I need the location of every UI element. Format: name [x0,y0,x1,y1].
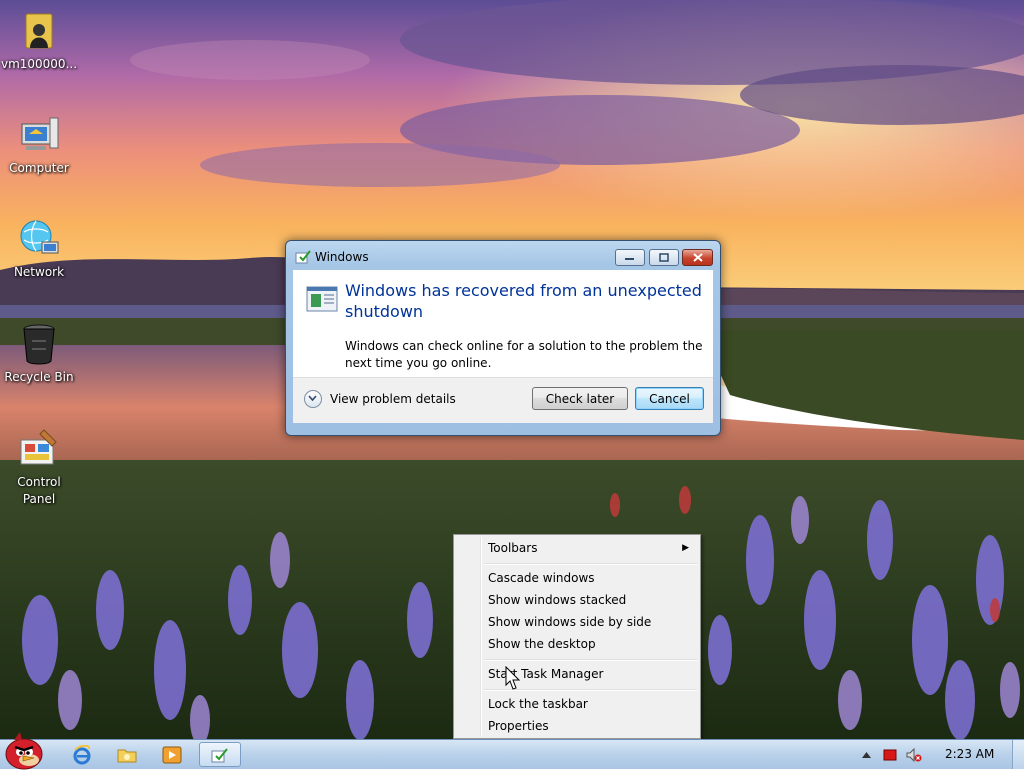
menu-item-label: Show windows side by side [488,615,652,629]
desktop-icon-label: Computer [9,161,69,175]
computer-icon [16,112,62,158]
action-center-flag-icon [883,749,897,760]
recycle-bin-icon [16,321,62,367]
dialog-footer: View problem details Check later Cancel [293,377,713,423]
network-icon [16,216,62,262]
dialog-message: Windows can check online for a solution … [345,339,703,370]
menu-item-toolbars[interactable]: Toolbars ▶ [488,537,693,559]
media-player-icon [162,746,182,763]
show-hidden-icons-button[interactable] [858,742,874,767]
explorer-folder-icon [117,749,137,762]
menu-item-cascade-windows[interactable]: Cascade windows [488,567,693,589]
taskbar-media-player[interactable] [154,742,190,767]
desktop-icon-label: vm100000... [0,57,78,71]
desktop-icon-label: Network [13,265,65,279]
menu-item-lock-the-taskbar[interactable]: Lock the taskbar [488,693,693,715]
desktop-icon-label: Recycle Bin [4,370,74,384]
dialog-content: Windows has recovered from an unexpected… [293,270,713,377]
start-button[interactable] [2,730,48,770]
angry-bird-start-icon [5,732,43,770]
menu-separator [484,659,697,661]
taskbar-windows-dialog[interactable] [199,742,241,767]
submenu-arrow-icon: ▶ [682,543,689,553]
view-problem-details-label: View problem details [330,392,456,406]
menu-item-label: Lock the taskbar [488,697,588,711]
restore-icon [650,250,678,265]
minimize-icon [616,250,644,265]
desktop-icon-user-folder[interactable]: vm100000... [0,8,78,73]
minimize-button[interactable] [615,249,645,266]
windows-error-report-icon [295,249,311,265]
taskbar-windows-explorer[interactable] [109,742,145,767]
desktop-icon-control-panel[interactable]: Control Panel [0,426,78,508]
taskbar-clock[interactable]: 2:23 AM [945,747,994,761]
dialog-title: Windows [315,250,369,264]
desktop-icon-label: Control Panel [17,475,61,506]
chevron-up-icon [861,751,871,758]
view-problem-details-toggle[interactable]: View problem details [304,390,456,408]
close-button[interactable] [682,249,713,266]
taskbar: 2:23 AM [0,732,1024,770]
windows-error-report-icon [211,747,228,762]
menu-item-label: Properties [488,719,549,733]
menu-separator [484,563,697,565]
menu-item-properties[interactable]: Properties [488,715,693,737]
dialog-headline: Windows has recovered from an unexpected… [345,281,702,321]
menu-item-label: Show windows stacked [488,593,627,607]
restore-button[interactable] [649,249,679,266]
desktop-icon-recycle-bin[interactable]: Recycle Bin [0,321,78,386]
check-later-button[interactable]: Check later [532,387,628,410]
show-desktop-button[interactable] [1012,740,1024,769]
close-icon [683,250,712,265]
menu-item-label: Toolbars [488,541,538,555]
menu-item-show-the-desktop[interactable]: Show the desktop [488,633,693,655]
unexpected-shutdown-dialog: Windows Windows has recovered from an un… [285,240,721,436]
user-folder-icon [16,8,62,54]
menu-item-show-windows-side-by-side[interactable]: Show windows side by side [488,611,693,633]
menu-item-label: Show the desktop [488,637,596,651]
mouse-cursor-icon [505,665,523,692]
internet-explorer-icon [73,744,91,764]
menu-item-show-windows-stacked[interactable]: Show windows stacked [488,589,693,611]
action-center-button[interactable] [880,742,900,767]
volume-muted-icon [906,747,922,762]
desktop-icon-network[interactable]: Network [0,216,78,281]
taskbar-internet-explorer[interactable] [64,742,100,767]
chevron-down-icon [304,390,322,408]
taskbar-context-menu: Toolbars ▶ Cascade windows Show windows … [453,534,701,739]
menu-item-label: Cascade windows [488,571,595,585]
problem-report-icon [306,283,338,315]
desktop-icon-computer[interactable]: Computer [0,112,78,177]
volume-button[interactable] [904,742,924,767]
control-panel-icon [16,426,62,472]
cancel-button[interactable]: Cancel [635,387,704,410]
